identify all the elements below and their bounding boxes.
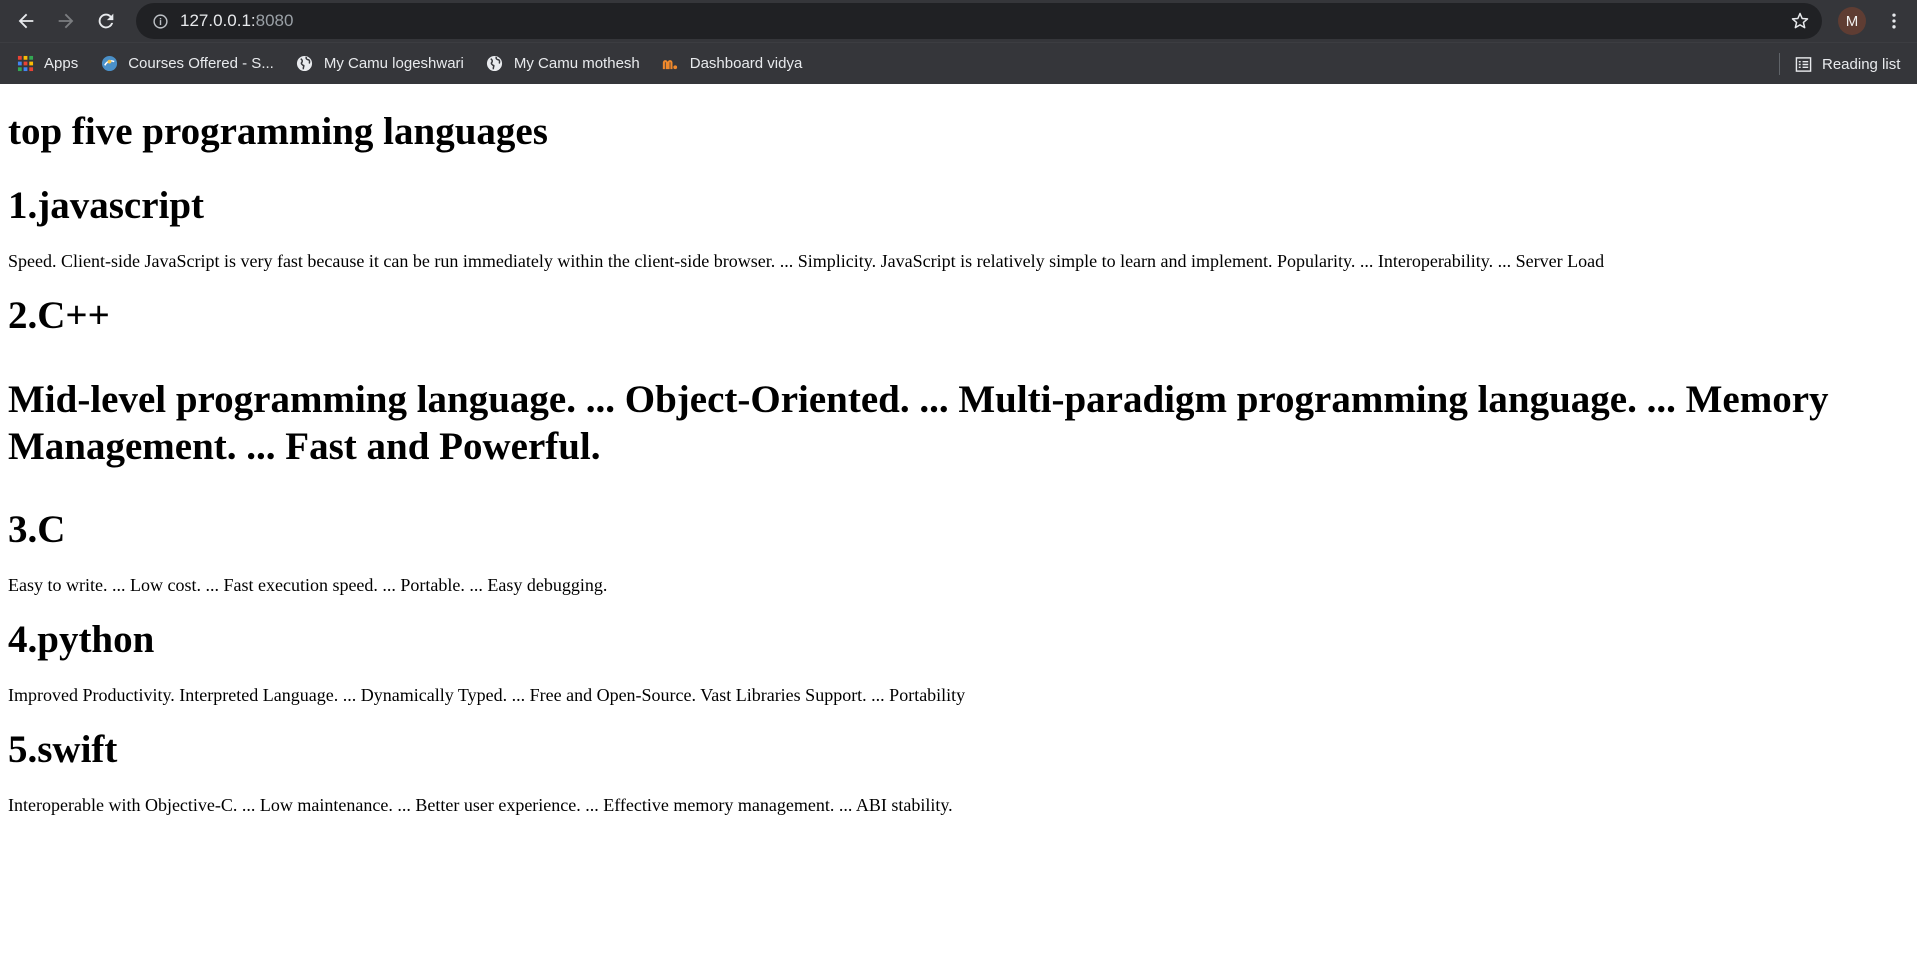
reading-list-label: Reading list <box>1822 55 1901 73</box>
forward-button[interactable] <box>46 0 86 42</box>
bookmark-my-camu-logeshwari[interactable]: My Camu logeshwari <box>288 49 474 79</box>
bookmarks-bar: Apps Courses Offered - S... My Camu loge… <box>0 42 1917 84</box>
bookmark-courses-offered[interactable]: Courses Offered - S... <box>92 49 284 79</box>
page-title: top five programming languages <box>8 110 548 153</box>
arrow-left-icon <box>18 13 34 29</box>
section-desc-swift: Interoperable with Objective-C. ... Low … <box>8 795 953 815</box>
bookmark-my-camu-mothesh[interactable]: My Camu mothesh <box>478 49 650 79</box>
url-text: 127.0.0.1:8080 <box>180 11 293 31</box>
bookmark-star-icon[interactable] <box>1788 9 1812 33</box>
bookmark-dashboard-vidya[interactable]: Dashboard vidya <box>654 49 813 79</box>
reading-list-icon <box>1794 55 1812 73</box>
back-button[interactable] <box>6 0 46 42</box>
section-heading-swift: 5.swift <box>8 728 118 771</box>
info-icon[interactable] <box>142 13 178 30</box>
section-heading-javascript: 1.javascript <box>8 184 205 227</box>
bookmark-label: Apps <box>44 55 79 72</box>
section-heading-c: 3.C <box>8 508 66 551</box>
globe-icon <box>296 55 314 73</box>
bookmark-label: My Camu mothesh <box>513 55 640 72</box>
arrow-right-icon <box>58 13 74 29</box>
section-heading-cpp: 2.C++ <box>8 294 110 337</box>
profile-avatar[interactable]: M <box>1838 7 1866 35</box>
site-favicon-icon <box>100 55 118 73</box>
bookmark-label: My Camu logeshwari <box>323 55 464 72</box>
section-desc-python: Improved Productivity. Interpreted Langu… <box>8 685 966 705</box>
url-port: 8080 <box>255 11 294 30</box>
section-desc-javascript: Speed. Client-side JavaScript is very fa… <box>8 251 1605 271</box>
bookmark-label: Courses Offered - S... <box>128 55 274 72</box>
section-heading-python: 4.python <box>8 618 155 661</box>
reload-button[interactable] <box>86 0 126 42</box>
reload-icon <box>98 13 114 29</box>
section-desc-cpp: Mid-level programming language. ... Obje… <box>8 378 1829 468</box>
section-desc-c: Easy to write. ... Low cost. ... Fast ex… <box>8 575 608 595</box>
apps-grid-icon <box>16 55 34 73</box>
more-menu-icon[interactable] <box>1880 7 1908 35</box>
globe-icon <box>486 55 504 73</box>
address-bar[interactable]: 127.0.0.1:8080 <box>136 3 1822 39</box>
dashboard-favicon-icon <box>662 55 680 73</box>
page-content: top five programming languages 1.javascr… <box>8 84 1908 816</box>
bookmark-label: Dashboard vidya <box>689 55 803 72</box>
bookmark-apps[interactable]: Apps <box>8 49 88 79</box>
reading-list-button[interactable]: Reading list <box>1786 49 1910 79</box>
browser-toolbar: 127.0.0.1:8080 M <box>0 0 1917 42</box>
bookmarks-divider <box>1779 53 1780 75</box>
url-host: 127.0.0.1: <box>180 11 256 30</box>
